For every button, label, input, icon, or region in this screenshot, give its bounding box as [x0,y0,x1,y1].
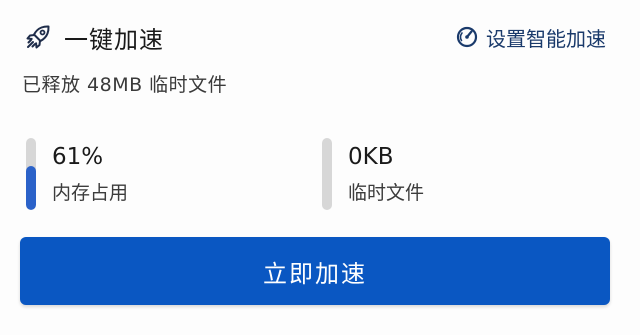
released-status-text: 已释放 48MB 临时文件 [22,74,228,96]
speedometer-icon [456,26,478,48]
memory-usage-value: 61% [52,144,104,170]
memory-usage-label: 内存占用 [52,182,129,204]
smart-accel-label: 设置智能加速 [486,26,606,51]
temp-files-value: 0KB [348,144,394,170]
smart-accel-link[interactable]: 设置智能加速 [456,22,606,52]
accelerate-now-button[interactable]: 立即加速 [20,237,610,305]
memory-usage-bar [26,138,36,210]
rocket-icon [26,25,50,49]
panel-header: 一键加速 [24,18,164,56]
temp-files-label: 临时文件 [348,182,425,204]
temp-files-bar [322,138,332,210]
memory-usage-bar-fill [26,166,36,210]
quick-boost-panel: 一键加速 设置智能加速 已释放 48MB 临时文件 61% 内存占用 0KB 临… [0,0,640,335]
panel-title: 一键加速 [64,25,164,54]
